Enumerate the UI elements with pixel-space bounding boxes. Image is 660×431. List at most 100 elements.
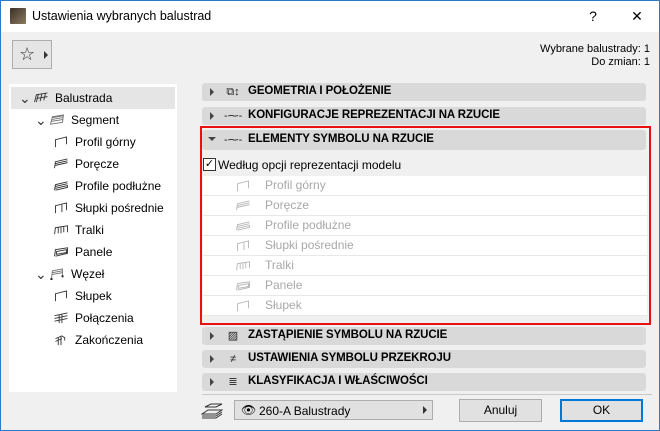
floorplan-config-icon: -⁓- [224, 110, 243, 122]
tree-item-label: Profil górny [75, 135, 136, 149]
section-label: ZASTĄPIENIE SYMBOLU NA RZUCIE [248, 329, 448, 341]
tree-item[interactable]: Poręcze [11, 153, 175, 175]
tree-item[interactable]: Słupek [11, 285, 175, 307]
symbol-element-label: Słupki pośrednie [265, 238, 354, 252]
tree-item[interactable]: Połączenia [11, 307, 175, 329]
baluster-icon [54, 225, 68, 235]
symbol-override-icon: ▨ [227, 330, 239, 342]
tree-item-label: Balustrada [55, 91, 113, 105]
tree-item[interactable]: Profil górny [11, 131, 175, 153]
archicad-app-icon [10, 8, 26, 24]
section-header[interactable]: ≠ USTAWIENIA SYMBOLU PRZEKROJU [202, 350, 646, 368]
symbol-element-item: Profile podłużne [203, 216, 647, 236]
tree-item-label: Słupki pośrednie [75, 201, 164, 215]
ok-button[interactable]: OK [560, 399, 643, 422]
symbol-element-item: Słupki pośrednie [203, 236, 647, 256]
symbol-element-item: Tralki [203, 256, 647, 276]
symbol-element-item: Poręcze [203, 196, 647, 216]
symbol-element-item: Słupek [203, 296, 647, 316]
layer-dropdown[interactable]: 👁 260-A Balustrady [234, 400, 433, 420]
dialog-window: Ustawienia wybranych balustrad ? ✕ ☆ Wyb… [0, 0, 660, 431]
tree-item[interactable]: Słupki pośrednie [11, 197, 175, 219]
symbol-element-item: Panele [203, 276, 647, 296]
symbol-element-label: Słupek [265, 298, 302, 312]
tree-item[interactable]: ⌄ Segment [11, 109, 175, 131]
tree-item-label: Poręcze [75, 157, 120, 171]
triangle-right-icon [210, 378, 214, 386]
cancel-button[interactable]: Anuluj [459, 399, 542, 422]
close-button[interactable]: ✕ [615, 1, 659, 32]
chevron-down-icon[interactable]: ⌄ [35, 109, 47, 131]
model-option-label: Według opcji reprezentacji modelu [218, 158, 402, 172]
classification-icon: ≣ [228, 376, 238, 388]
section-symbol-icon: ≠ [229, 353, 237, 365]
handrail-icon [54, 158, 68, 169]
eye-icon: 👁 [241, 403, 257, 417]
rail-icon [236, 221, 250, 231]
post-icon [237, 300, 249, 312]
section-label: GEOMETRIA I POŁOŻENIE [248, 85, 392, 97]
section-label: USTAWIENIA SYMBOLU PRZEKROJU [248, 352, 451, 364]
symbol-elements-list: Profil górny Poręcze Profile podłużne Słupk… [203, 176, 647, 316]
layer-name: 260-A Balustrady [259, 404, 351, 418]
section-label: KLASYFIKACJA I WŁAŚCIWOŚCI [248, 375, 428, 387]
section-header[interactable]: ▨ ZASTĄPIENIE SYMBOLU NA RZUCIE [202, 327, 646, 345]
title-bar: Ustawienia wybranych balustrad ? ✕ [1, 1, 659, 32]
tree-item[interactable]: ⌄ Węzeł [11, 263, 175, 285]
tree-item-label: Segment [71, 113, 120, 127]
section-header[interactable]: ⧉↕ GEOMETRIA I POŁOŻENIE [202, 83, 646, 101]
geometry-icon: ⧉↕ [226, 86, 240, 98]
railing-icon [34, 92, 48, 103]
selection-counts: Wybrane balustrady: 1 Do zmian: 1 [540, 43, 650, 69]
tree-item-label: Zakończenia [75, 333, 144, 347]
connection-icon [54, 312, 68, 324]
tree-item[interactable]: ⌄ Balustrada [11, 87, 175, 109]
baluster-icon [236, 261, 250, 271]
chevron-down-icon[interactable]: ⌄ [19, 87, 31, 109]
panel-icon [54, 247, 68, 257]
model-option-checkbox[interactable]: ✓ [203, 158, 216, 171]
triangle-right-icon [44, 51, 48, 59]
tree-item-label: Profile podłużne [75, 179, 162, 193]
section-header[interactable]: -⁓- KONFIGURACJE REPREZENTACJI NA RZUCIE [202, 107, 646, 125]
tree-item[interactable]: Profile podłużne [11, 175, 175, 197]
segment-icon [49, 114, 64, 125]
selected-count: Wybrane balustrady: 1 [540, 43, 650, 55]
top-rail-icon [237, 180, 249, 192]
star-icon: ☆ [19, 44, 36, 64]
triangle-right-icon [210, 88, 214, 96]
tree-item-label: Połączenia [75, 311, 134, 325]
symbol-element-label: Tralki [265, 258, 294, 272]
inner-post-icon [55, 202, 67, 214]
favorites-button[interactable]: ☆ [12, 40, 52, 69]
settings-tree: ⌄ Balustrada ⌄ Segment Profil górny Poręcze Pr… [9, 84, 177, 392]
divider [202, 394, 652, 395]
symbol-element-item: Profil górny [203, 176, 647, 196]
triangle-right-icon [210, 355, 214, 363]
tree-item[interactable]: Tralki [11, 219, 175, 241]
triangle-right-icon [210, 112, 214, 120]
tree-item-label: Węzeł [71, 267, 105, 281]
chevron-down-icon[interactable]: ⌄ [35, 263, 47, 285]
symbol-element-label: Profile podłużne [265, 218, 352, 232]
symbol-element-label: Poręcze [265, 198, 310, 212]
rail-icon [54, 181, 68, 191]
help-button[interactable]: ? [571, 1, 615, 32]
tree-item[interactable]: Panele [11, 241, 175, 263]
panel-icon [236, 281, 250, 291]
tree-item-label: Tralki [75, 223, 104, 237]
end-icon [55, 335, 66, 346]
symbol-element-label: Panele [265, 278, 303, 292]
to-change-count: Do zmian: 1 [591, 56, 650, 68]
tree-item-label: Panele [75, 245, 113, 259]
handrail-icon [236, 200, 250, 211]
post-icon [55, 290, 67, 302]
symbol-element-label: Profil górny [265, 178, 326, 192]
top-rail-icon [55, 136, 67, 148]
section-label: KONFIGURACJE REPREZENTACJI NA RZUCIE [248, 109, 500, 121]
layer-icon [201, 403, 223, 419]
window-title: Ustawienia wybranych balustrad [32, 9, 212, 23]
node-icon [50, 268, 64, 280]
section-header[interactable]: ≣ KLASYFIKACJA I WŁAŚCIWOŚCI [202, 373, 646, 391]
tree-item[interactable]: Zakończenia [11, 329, 175, 351]
